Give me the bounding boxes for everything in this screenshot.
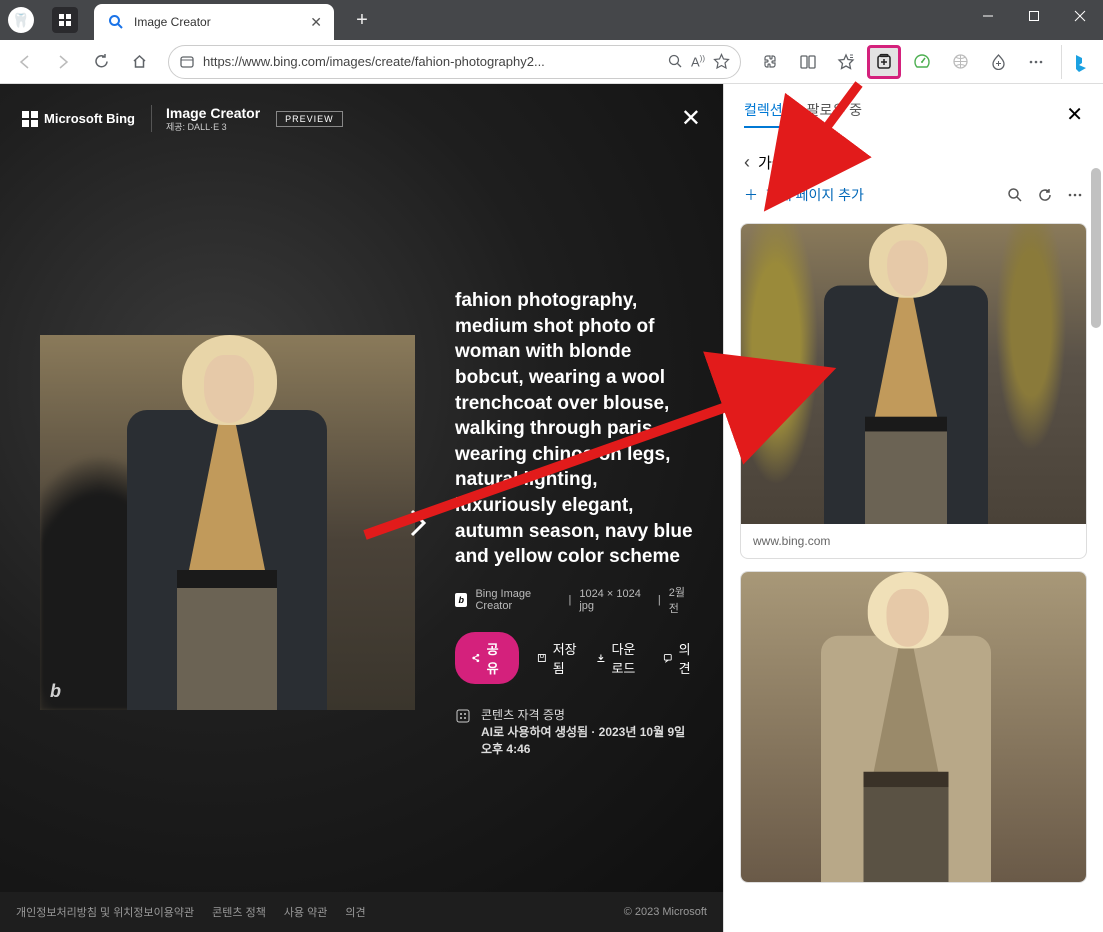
share-label: 공유 <box>487 639 503 677</box>
workspaces-icon[interactable] <box>52 7 78 33</box>
collections-list[interactable]: www.bing.com <box>724 215 1103 932</box>
bing-icon: b <box>455 593 467 607</box>
settings-menu-button[interactable] <box>1019 45 1053 79</box>
profile-icon[interactable]: 🦷 <box>8 7 34 33</box>
ic-subtitle: 제공: DALL·E 3 <box>166 122 260 133</box>
back-button[interactable] <box>8 45 42 79</box>
bing-watermark-icon: b <box>50 681 61 702</box>
card-thumbnail <box>741 224 1086 524</box>
content-credential: 콘텐츠 자격 증명 AI로 사용하여 생성됨 · 2023년 10월 9일 오후… <box>455 706 695 757</box>
drop-button[interactable] <box>981 45 1015 79</box>
microsoft-bing-logo[interactable]: Microsoft Bing <box>22 111 135 127</box>
tab-following[interactable]: 팔로우 중 <box>807 100 862 128</box>
browser-tab[interactable]: Image Creator ✕ <box>94 4 334 40</box>
image-metadata: b Bing Image Creator | 1024 × 1024 jpg |… <box>455 584 695 616</box>
split-screen-button[interactable] <box>791 45 825 79</box>
generated-image[interactable]: b <box>40 335 415 710</box>
search-icon[interactable] <box>1007 187 1023 203</box>
search-icon[interactable] <box>668 54 683 69</box>
footer-terms-link[interactable]: 사용 약관 <box>284 904 328 920</box>
card-source: www.bing.com <box>741 524 1086 558</box>
refresh-button[interactable] <box>84 45 118 79</box>
collections-button[interactable] <box>867 45 901 79</box>
save-label: 저장됨 <box>553 639 578 677</box>
brand-text: Microsoft Bing <box>44 111 135 126</box>
browser-toolbar: https://www.bing.com/images/create/fahio… <box>0 40 1103 84</box>
copilot-button[interactable] <box>1061 45 1095 79</box>
close-icon[interactable]: ✕ <box>310 14 322 31</box>
footer-feedback-link[interactable]: 의견 <box>345 904 365 920</box>
collection-title: 가을 패션 <box>758 152 817 173</box>
feedback-button[interactable]: 의견 <box>663 639 695 677</box>
age-label: 2월 전 <box>669 584 695 616</box>
favorite-star-icon[interactable] <box>713 53 730 70</box>
dimensions-label: 1024 × 1024 jpg <box>579 588 650 612</box>
prompt-text: fahion photography, medium shot photo of… <box>455 288 695 570</box>
download-label: 다운로드 <box>611 639 645 677</box>
feedback-label: 의견 <box>679 639 695 677</box>
minimize-button[interactable] <box>965 0 1011 32</box>
refresh-icon[interactable] <box>1037 187 1053 203</box>
save-button[interactable]: 저장됨 <box>537 639 578 677</box>
footer-content-link[interactable]: 콘텐츠 정책 <box>212 904 266 920</box>
more-icon[interactable] <box>1067 187 1083 203</box>
reader-mode-icon[interactable]: A)) <box>691 54 705 69</box>
plus-icon: ＋ <box>744 185 758 205</box>
web-capture-button[interactable] <box>943 45 977 79</box>
collection-card[interactable]: www.bing.com <box>740 223 1087 559</box>
window-titlebar: 🦷 Image Creator ✕ + <box>0 0 1103 40</box>
close-window-button[interactable] <box>1057 0 1103 32</box>
share-button[interactable]: 공유 <box>455 632 519 684</box>
add-current-page-button[interactable]: ＋ 현재 페이지 추가 <box>744 185 864 205</box>
footer: 개인정보처리방침 및 위치정보이용약관 콘텐츠 정책 사용 약관 의견 © 20… <box>0 892 723 932</box>
download-button[interactable]: 다운로드 <box>596 639 645 677</box>
newtab-button[interactable]: + <box>346 4 378 36</box>
next-image-button[interactable] <box>400 505 436 541</box>
favorites-button[interactable] <box>829 45 863 79</box>
back-chevron-icon[interactable]: ‹ <box>744 152 750 173</box>
image-creator-logo: Image Creator 제공: DALL·E 3 <box>151 105 260 133</box>
forward-button[interactable] <box>46 45 80 79</box>
scrollbar[interactable] <box>1091 168 1101 328</box>
close-icon[interactable]: ✕ <box>681 104 701 133</box>
close-icon[interactable]: ✕ <box>1066 102 1083 127</box>
performance-button[interactable] <box>905 45 939 79</box>
preview-badge: PREVIEW <box>276 111 343 127</box>
ic-title: Image Creator <box>166 105 260 122</box>
source-label: Bing Image Creator <box>475 588 560 612</box>
card-thumbnail <box>741 572 1086 882</box>
credential-title: 콘텐츠 자격 증명 <box>481 706 695 723</box>
footer-copyright: © 2023 Microsoft <box>624 906 707 918</box>
collections-panel: 컬렉션 팔로우 중 ✕ ‹ 가을 패션 ＋ 현재 페이지 추가 <box>723 84 1103 932</box>
tab-collections[interactable]: 컬렉션 <box>744 100 783 128</box>
maximize-button[interactable] <box>1011 0 1057 32</box>
extensions-button[interactable] <box>753 45 787 79</box>
search-icon <box>108 14 124 30</box>
url-text: https://www.bing.com/images/create/fahio… <box>203 54 660 69</box>
tab-title: Image Creator <box>134 15 300 29</box>
collection-card[interactable] <box>740 571 1087 883</box>
site-info-icon[interactable] <box>179 54 195 70</box>
home-button[interactable] <box>122 45 156 79</box>
credential-icon <box>455 708 471 724</box>
add-page-label: 현재 페이지 추가 <box>766 185 864 205</box>
image-creator-pane: Microsoft Bing Image Creator 제공: DALL·E … <box>0 84 723 932</box>
credential-detail: AI로 사용하여 생성됨 · 2023년 10월 9일 오후 4:46 <box>481 723 695 757</box>
address-bar[interactable]: https://www.bing.com/images/create/fahio… <box>168 45 741 79</box>
footer-privacy-link[interactable]: 개인정보처리방침 및 위치정보이용약관 <box>16 904 194 920</box>
